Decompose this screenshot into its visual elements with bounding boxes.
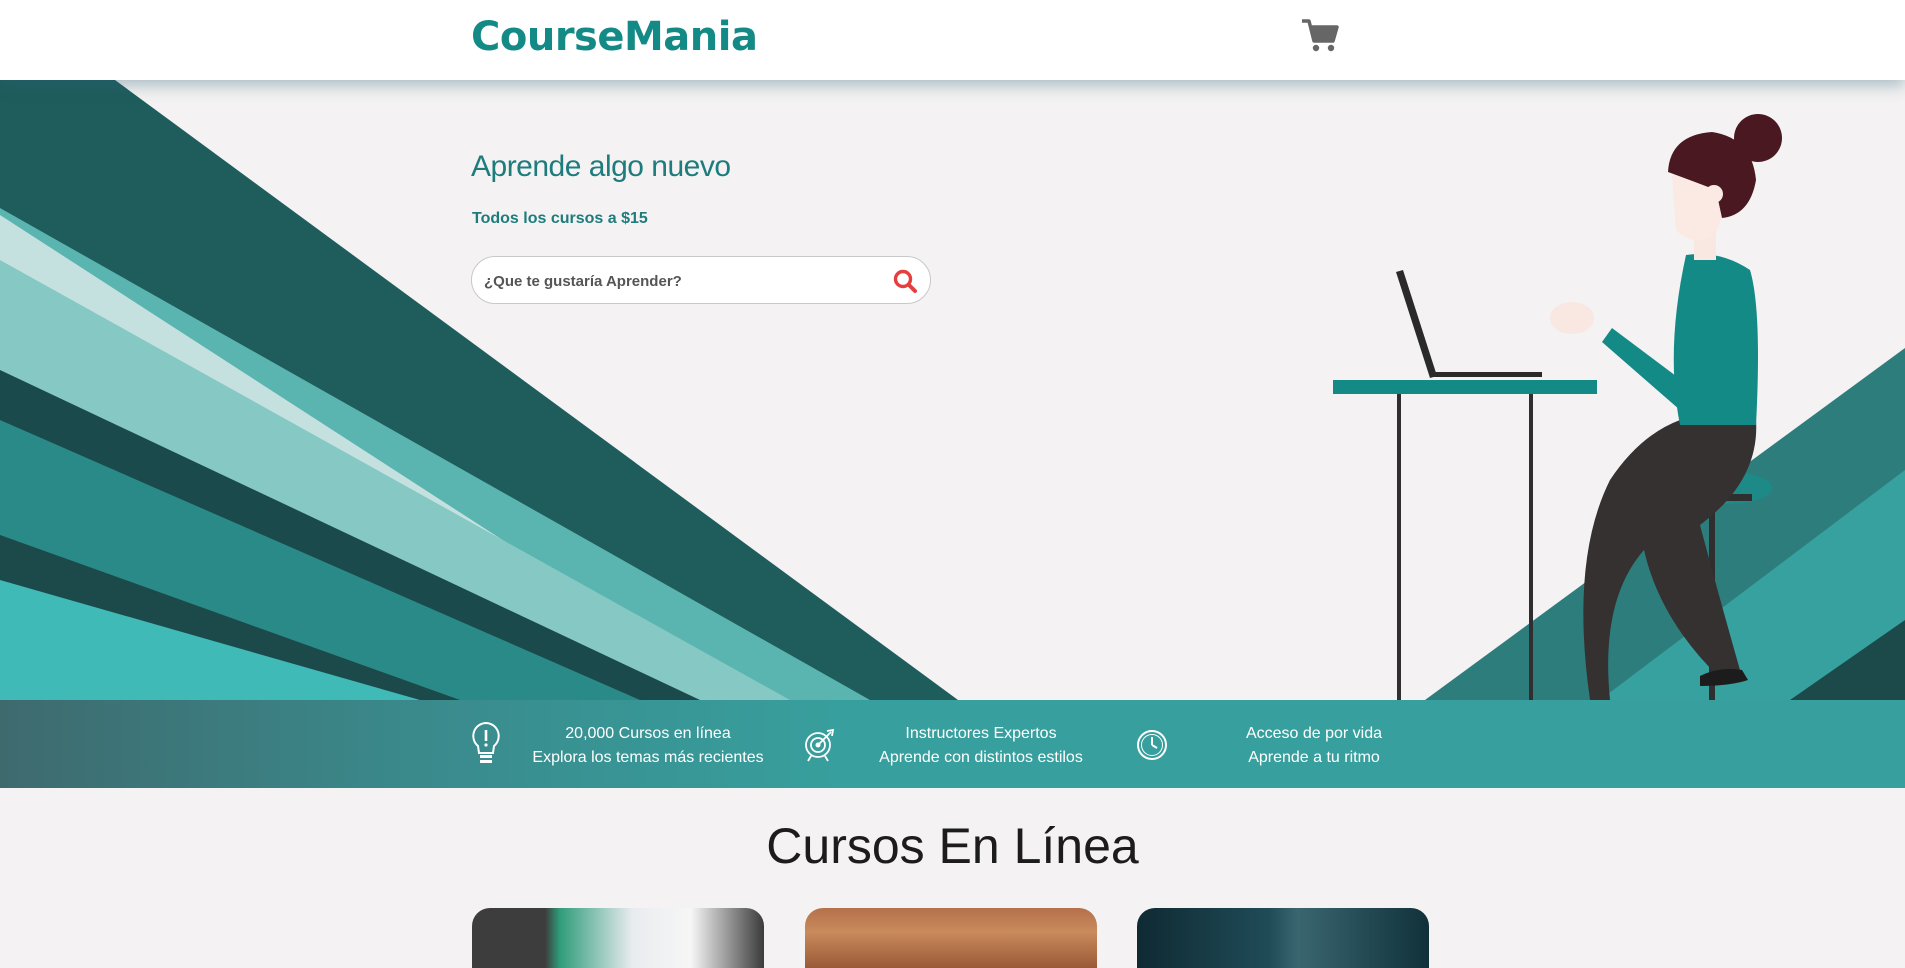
feature-item-instructors: Instructores Expertos Aprende con distin… bbox=[851, 722, 1111, 770]
search-button[interactable] bbox=[892, 268, 918, 294]
feature-title: Instructores Expertos bbox=[905, 725, 1057, 742]
feature-subtitle: Explora los temas más recientes bbox=[532, 749, 764, 766]
hero-title: Aprende algo nuevo bbox=[471, 150, 731, 183]
course-card-thumbnail[interactable] bbox=[1137, 908, 1429, 968]
features-band: 20,000 Cursos en línea Explora los temas… bbox=[0, 700, 1905, 788]
course-card-thumbnail[interactable] bbox=[472, 908, 764, 968]
logo[interactable]: CourseMania bbox=[471, 14, 758, 60]
hero-illustration bbox=[0, 80, 1905, 700]
section-title: Cursos En Línea bbox=[766, 818, 1139, 874]
search-input[interactable] bbox=[482, 257, 866, 305]
clock-icon bbox=[1137, 730, 1167, 760]
feature-subtitle: Aprende a tu ritmo bbox=[1248, 749, 1380, 766]
course-card-thumbnail[interactable] bbox=[805, 908, 1097, 968]
feature-title: Acceso de por vida bbox=[1245, 725, 1383, 742]
feature-subtitle: Aprende con distintos estilos bbox=[879, 749, 1083, 766]
feature-title: 20,000 Cursos en línea bbox=[565, 725, 731, 742]
lightbulb-icon bbox=[472, 721, 500, 763]
search-bar bbox=[471, 256, 931, 305]
search-icon bbox=[893, 269, 917, 293]
site-header: CourseMania bbox=[0, 0, 1905, 80]
shopping-cart-icon[interactable] bbox=[1300, 16, 1340, 54]
feature-item-courses: 20,000 Cursos en línea Explora los temas… bbox=[518, 722, 778, 770]
target-icon bbox=[805, 728, 835, 762]
feature-item-access: Acceso de por vida Aprende a tu ritmo bbox=[1184, 722, 1444, 770]
hero-subtitle: Todos los cursos a $15 bbox=[472, 210, 648, 227]
hero-section: Aprende algo nuevo Todos los cursos a $1… bbox=[0, 80, 1905, 700]
